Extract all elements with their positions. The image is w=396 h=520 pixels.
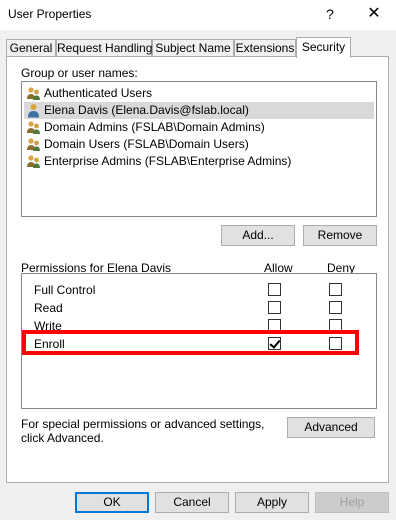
allow-checkbox-checked[interactable]	[268, 337, 281, 350]
permission-name: Write	[34, 319, 62, 333]
permissions-list: Full Control Read Write Enroll	[21, 273, 377, 409]
advanced-button[interactable]: Advanced	[287, 417, 375, 438]
deny-checkbox[interactable]	[329, 319, 342, 332]
list-item-selected[interactable]: Elena Davis (Elena.Davis@fslab.local)	[24, 102, 374, 119]
tab-subject-name[interactable]: Subject Name	[152, 39, 234, 57]
list-item[interactable]: Authenticated Users	[24, 85, 374, 102]
permission-row-write: Write	[22, 317, 376, 335]
allow-checkbox[interactable]	[268, 319, 281, 332]
group-icon	[26, 120, 41, 135]
group-or-user-names-label: Group or user names:	[21, 66, 138, 80]
security-tab-panel: Group or user names: Authenticated Users…	[6, 56, 389, 483]
principal-name: Elena Davis (Elena.Davis@fslab.local)	[44, 103, 249, 117]
tab-request-handling[interactable]: Request Handling	[56, 39, 152, 57]
tab-general[interactable]: General	[6, 39, 56, 57]
add-button[interactable]: Add...	[221, 225, 295, 246]
list-item[interactable]: Enterprise Admins (FSLAB\Enterprise Admi…	[24, 153, 374, 170]
tab-security[interactable]: Security	[296, 37, 351, 58]
group-icon	[26, 154, 41, 169]
remove-button[interactable]: Remove	[303, 225, 377, 246]
title-bar: User Properties ? ✕	[0, 0, 396, 30]
advanced-hint-text: For special permissions or advanced sett…	[21, 417, 265, 445]
principal-name: Domain Admins (FSLAB\Domain Admins)	[44, 120, 265, 134]
apply-button[interactable]: Apply	[235, 492, 309, 513]
close-icon[interactable]: ✕	[364, 4, 384, 24]
principal-name: Authenticated Users	[44, 86, 153, 100]
user-properties-dialog: User Properties ? ✕ General Request Hand…	[0, 0, 396, 520]
cancel-button[interactable]: Cancel	[155, 492, 229, 513]
allow-checkbox[interactable]	[268, 301, 281, 314]
deny-checkbox[interactable]	[329, 283, 342, 296]
deny-checkbox[interactable]	[329, 301, 342, 314]
permission-name: Enroll	[34, 337, 65, 351]
permission-name: Full Control	[34, 283, 96, 297]
tab-extensions[interactable]: Extensions	[234, 39, 296, 57]
list-item[interactable]: Domain Admins (FSLAB\Domain Admins)	[24, 119, 374, 136]
list-item[interactable]: Domain Users (FSLAB\Domain Users)	[24, 136, 374, 153]
principal-name: Domain Users (FSLAB\Domain Users)	[44, 137, 249, 151]
permission-row-read: Read	[22, 299, 376, 317]
allow-checkbox[interactable]	[268, 283, 281, 296]
deny-checkbox[interactable]	[329, 337, 342, 350]
group-icon	[26, 137, 41, 152]
permission-row-full-control: Full Control	[22, 281, 376, 299]
ok-button[interactable]: OK	[75, 492, 149, 513]
window-title: User Properties	[8, 7, 92, 21]
principals-list[interactable]: Authenticated Users Elena Davis (Elena.D…	[21, 81, 377, 217]
permission-row-enroll: Enroll	[22, 335, 376, 353]
user-icon	[26, 103, 41, 118]
help-icon[interactable]: ?	[320, 4, 340, 24]
help-button[interactable]: Help	[315, 492, 389, 513]
group-icon	[26, 86, 41, 101]
principal-name: Enterprise Admins (FSLAB\Enterprise Admi…	[44, 154, 292, 168]
permission-name: Read	[34, 301, 63, 315]
